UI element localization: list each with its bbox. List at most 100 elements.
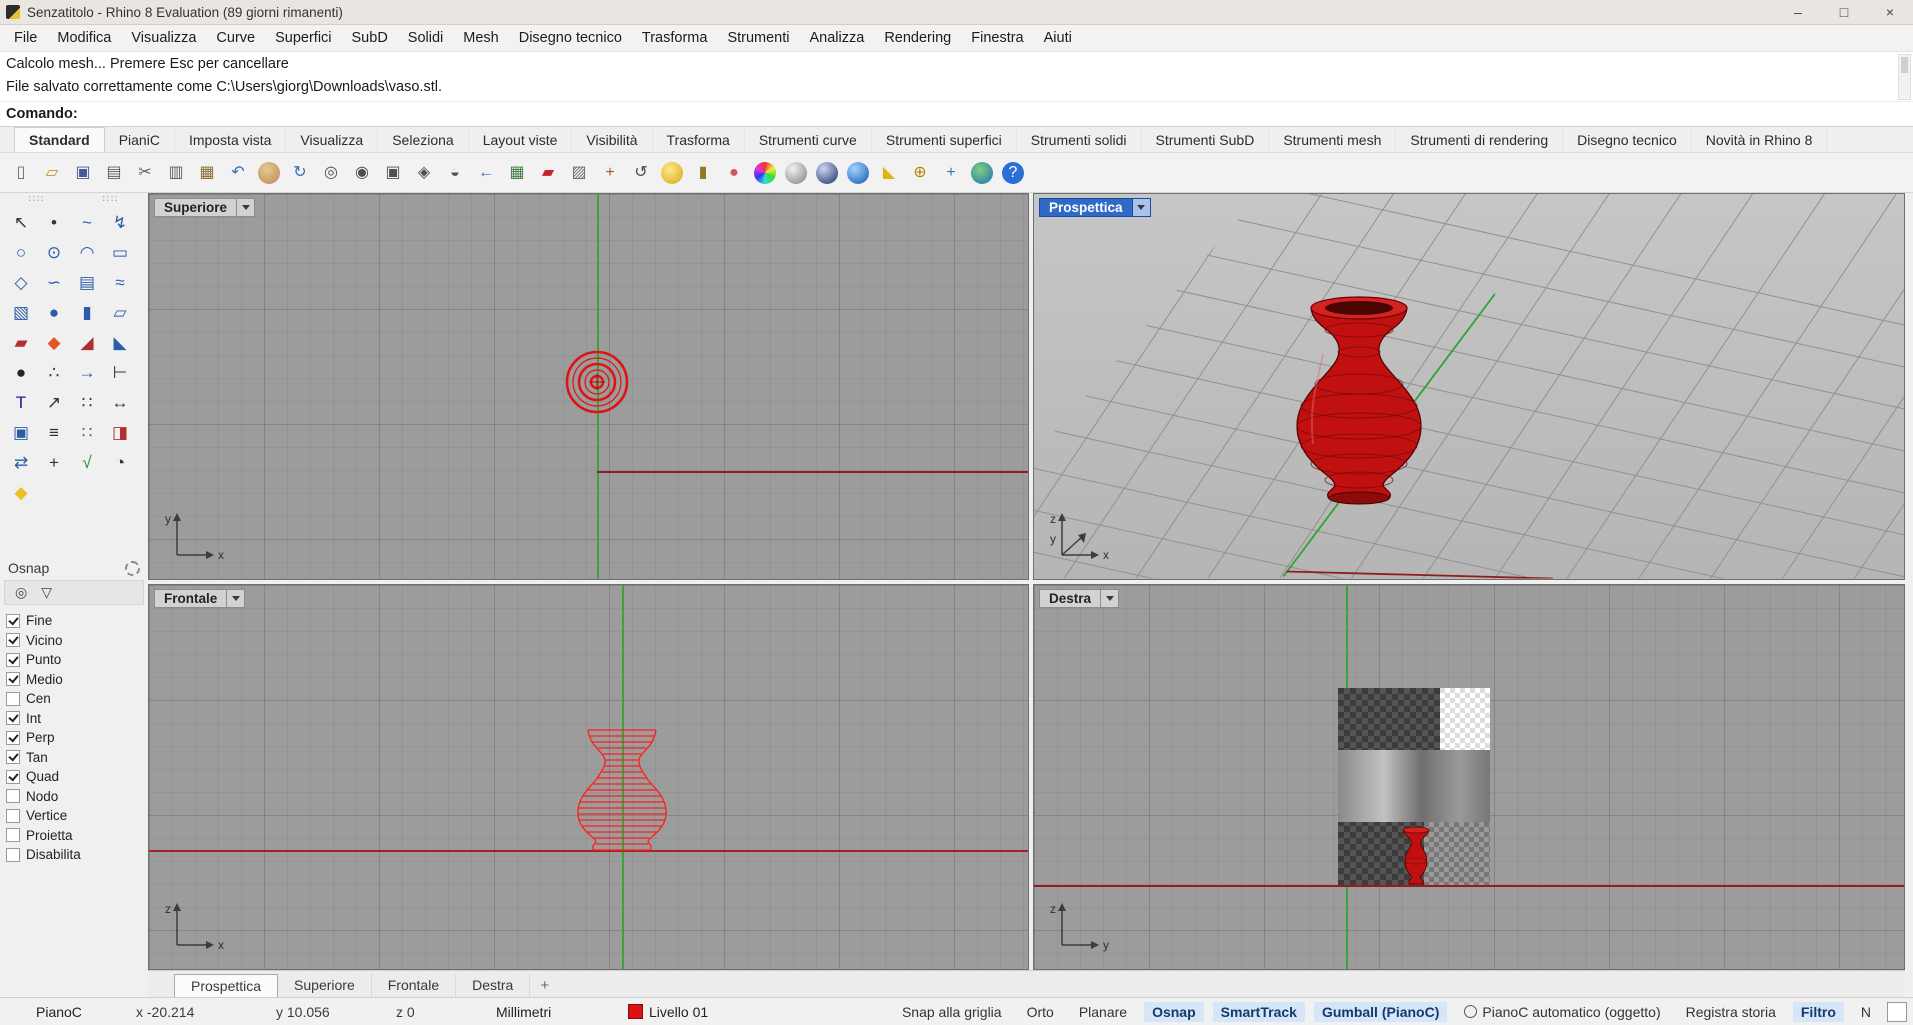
checkbox-icon[interactable]: [6, 848, 20, 862]
toolbar-tab-standard[interactable]: Standard: [14, 127, 105, 152]
save-icon[interactable]: ▣: [70, 160, 96, 186]
menu-aiuti[interactable]: Aiuti: [1034, 30, 1082, 46]
gumball-icon[interactable]: +: [938, 160, 964, 186]
print-icon[interactable]: ▤: [101, 160, 127, 186]
sphere-icon[interactable]: ●: [39, 299, 69, 326]
arc-icon[interactable]: ◠: [72, 239, 102, 266]
box-icon[interactable]: ▧: [6, 299, 36, 326]
osnap-disable-icon[interactable]: ◎: [15, 584, 27, 601]
shell-icon[interactable]: ●: [721, 160, 747, 186]
freeform-curve-icon[interactable]: ∽: [39, 269, 69, 296]
toolbar-tab-visibilit[interactable]: Visibilità: [572, 128, 652, 152]
chamfer-icon[interactable]: ◣: [105, 329, 135, 356]
polygon-icon[interactable]: ◇: [6, 269, 36, 296]
osnap-option-tan[interactable]: Tan: [4, 748, 144, 768]
viewport-superiore[interactable]: Superiore y x: [148, 193, 1029, 580]
checkbox-icon[interactable]: [6, 711, 20, 725]
checkbox-icon[interactable]: [6, 789, 20, 803]
osnap-option-punto[interactable]: Punto: [4, 650, 144, 670]
checkbox-icon[interactable]: [6, 672, 20, 686]
move-icon[interactable]: +: [39, 449, 69, 476]
status-toggle-smarttrack[interactable]: SmartTrack: [1213, 1002, 1305, 1022]
osnap-option-disabilita[interactable]: Disabilita: [4, 845, 144, 865]
osnap-option-proietta[interactable]: Proietta: [4, 826, 144, 846]
checkbox-icon[interactable]: [6, 828, 20, 842]
zoom-window-icon[interactable]: ▣: [380, 160, 406, 186]
toolbar-tab-imposta-vista[interactable]: Imposta vista: [175, 128, 286, 152]
options-gear-icon[interactable]: ⊕: [907, 160, 933, 186]
status-toggle-snap-alla-griglia[interactable]: Snap alla griglia: [894, 1002, 1010, 1022]
chevron-down-icon[interactable]: [227, 589, 245, 608]
checkbox-icon[interactable]: [6, 653, 20, 667]
osnap-option-vertice[interactable]: Vertice: [4, 806, 144, 826]
material-sphere-icon[interactable]: [785, 162, 807, 184]
cplane-prism-icon[interactable]: ◣: [876, 160, 902, 186]
drag-move-icon[interactable]: +: [597, 160, 623, 186]
handle-icon[interactable]: ⊢: [105, 359, 135, 386]
menu-rendering[interactable]: Rendering: [874, 30, 961, 46]
vase-object-top-view[interactable]: [557, 342, 637, 422]
checkbox-icon[interactable]: [6, 614, 20, 628]
active-layer-selector[interactable]: Livello 01: [616, 1004, 720, 1020]
toolbar-tab-strumenti-solidi[interactable]: Strumenti solidi: [1017, 128, 1142, 152]
status-toggle-registra-storia[interactable]: Registra storia: [1678, 1002, 1784, 1022]
checkbox-icon[interactable]: [6, 809, 20, 823]
point-grid-icon[interactable]: ∷: [72, 419, 102, 446]
checkbox-icon[interactable]: [6, 770, 20, 784]
zoom-dynamic-icon[interactable]: ◉: [349, 160, 375, 186]
color-wheel-icon[interactable]: [754, 162, 776, 184]
status-toggle-pianoc-automatico-oggetto[interactable]: PianoC automatico (oggetto): [1456, 1002, 1668, 1022]
toolbar-tab-pianic[interactable]: PianiC: [105, 128, 175, 152]
render-globe-icon[interactable]: [971, 162, 993, 184]
osnap-option-fine[interactable]: Fine: [4, 611, 144, 631]
rotate-view-icon[interactable]: ↻: [287, 160, 313, 186]
toolbar-tab-strumenti-di-rendering[interactable]: Strumenti di rendering: [1396, 128, 1563, 152]
osnap-option-perp[interactable]: Perp: [4, 728, 144, 748]
cut-icon[interactable]: ✂: [132, 160, 158, 186]
block-icon[interactable]: ▣: [6, 419, 36, 446]
menu-analizza[interactable]: Analizza: [800, 30, 875, 46]
loft-icon[interactable]: ≈: [105, 269, 135, 296]
control-point-curve-icon[interactable]: ~: [72, 209, 102, 236]
viewport-title-prospettica[interactable]: Prospettica: [1039, 198, 1151, 217]
orient-icon[interactable]: ◔: [105, 449, 135, 476]
status-toggle-osnap[interactable]: Osnap: [1144, 1002, 1204, 1022]
lamp-icon[interactable]: [661, 162, 683, 184]
chevron-down-icon[interactable]: [237, 198, 255, 217]
surface-icon[interactable]: ▤: [72, 269, 102, 296]
osnap-option-vicino[interactable]: Vicino: [4, 631, 144, 651]
toolbar-tab-layout-viste[interactable]: Layout viste: [469, 128, 573, 152]
viewport-title-frontale[interactable]: Frontale: [154, 589, 245, 608]
cylinder-icon[interactable]: ▮: [72, 299, 102, 326]
extrude-icon[interactable]: ▰: [6, 329, 36, 356]
gear-icon[interactable]: [125, 561, 140, 576]
menu-strumenti[interactable]: Strumenti: [717, 30, 799, 46]
polyline-icon[interactable]: ↯: [105, 209, 135, 236]
checkbox-icon[interactable]: [6, 633, 20, 647]
ladder-icon[interactable]: ≡: [39, 419, 69, 446]
pan-hand-icon[interactable]: [258, 162, 280, 184]
viewport-tab-destra[interactable]: Destra: [456, 974, 530, 997]
status-toggle-planare[interactable]: Planare: [1071, 1002, 1135, 1022]
checkbox-icon[interactable]: [6, 692, 20, 706]
help-icon[interactable]: ?: [1002, 162, 1024, 184]
toolbar-tab-visualizza[interactable]: Visualizza: [286, 128, 378, 152]
rotate-cplane-icon[interactable]: ↺: [628, 160, 654, 186]
ellipse-icon[interactable]: ⊙: [39, 239, 69, 266]
viewport-tab-superiore[interactable]: Superiore: [278, 974, 372, 997]
zoom-selected-icon[interactable]: ◒: [442, 160, 468, 186]
car-icon[interactable]: ▰: [535, 160, 561, 186]
new-file-icon[interactable]: ▯: [8, 160, 34, 186]
eraser-icon[interactable]: ◆: [6, 479, 36, 506]
menu-subd[interactable]: SubD: [342, 30, 398, 46]
viewport-title-superiore[interactable]: Superiore: [154, 198, 255, 217]
viewport-tab-prospettica[interactable]: Prospettica: [174, 974, 278, 997]
status-toggle-filtro[interactable]: Filtro: [1793, 1002, 1844, 1022]
boolean-split-icon[interactable]: ◆: [39, 329, 69, 356]
fillet-icon[interactable]: ◢: [72, 329, 102, 356]
menu-modifica[interactable]: Modifica: [47, 30, 121, 46]
toolbar-tab-strumenti-mesh[interactable]: Strumenti mesh: [1269, 128, 1396, 152]
mesh-flat-icon[interactable]: ▨: [566, 160, 592, 186]
toolbar-tab-disegno-tecnico[interactable]: Disegno tecnico: [1563, 128, 1692, 152]
vase-object-right-view[interactable]: [1396, 825, 1436, 887]
